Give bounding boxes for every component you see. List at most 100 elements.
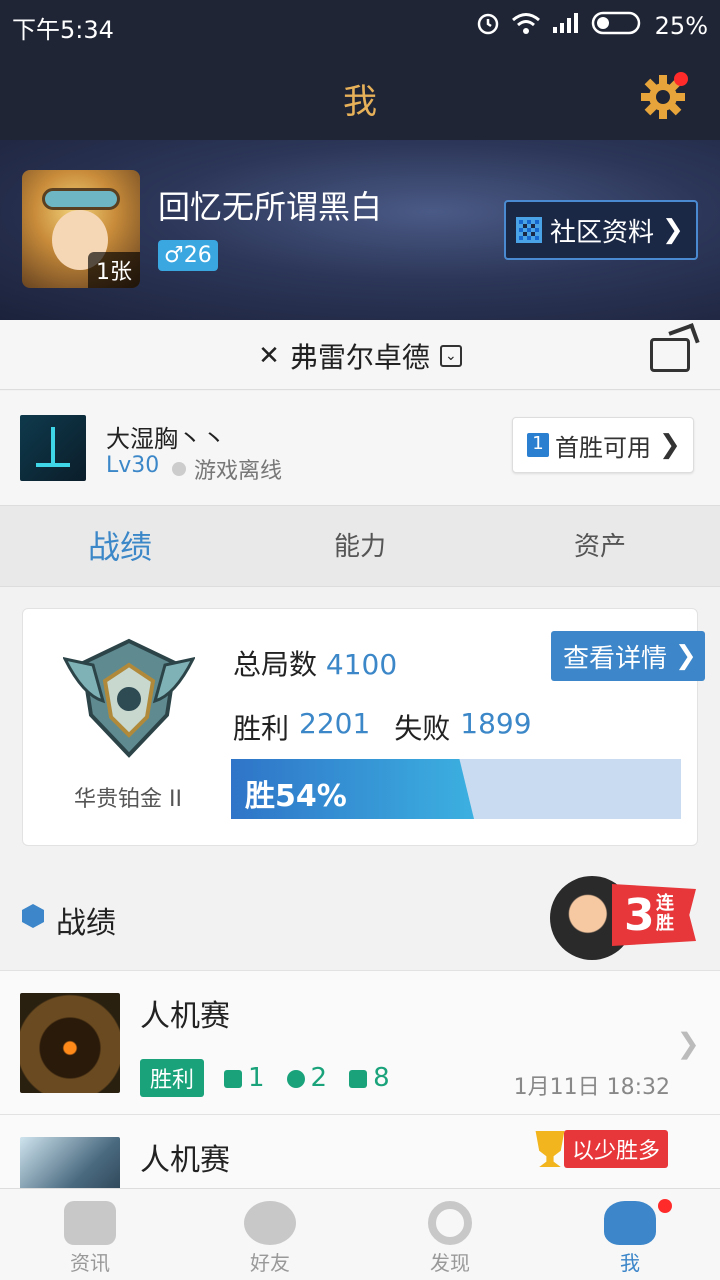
alarm-icon (475, 10, 501, 42)
view-details-button[interactable]: 查看详情 ❯ (551, 631, 705, 681)
rank-label: 华贵铂金 II (74, 787, 182, 812)
tab-record[interactable]: 战绩 (0, 506, 240, 586)
streak-flag: 3 连胜 (612, 884, 696, 946)
discover-icon (428, 1201, 472, 1245)
page-title: 我 (343, 82, 377, 122)
kda: 1 2 8 (224, 1063, 390, 1093)
book-icon (64, 1201, 116, 1245)
title-bar: 我 (0, 52, 720, 140)
hexagon-icon (22, 904, 44, 928)
achievement-badge: 以少胜多 (532, 1129, 668, 1169)
champion-portrait (20, 1137, 120, 1190)
battery-icon (591, 10, 645, 42)
account-emblem (20, 415, 86, 481)
streak-text: 连胜 (656, 893, 674, 934)
wins-value: 2201 (299, 707, 371, 740)
account-level: Lv30 (106, 453, 160, 478)
server-name: 弗雷尔卓德 (289, 341, 430, 374)
nav-friends-label: 好友 (250, 1251, 290, 1275)
win-rate-text: 胜54% (245, 779, 347, 814)
total-games-value: 4100 (325, 648, 398, 681)
deaths-value: 2 (310, 1063, 328, 1093)
assists: 8 (349, 1063, 390, 1093)
record-section-header: 战绩 3 连胜 (0, 860, 720, 970)
server-row: ✕ 弗雷尔卓德 ⌄ (0, 320, 720, 390)
notification-dot (658, 1199, 672, 1213)
friends-icon (244, 1201, 296, 1245)
hand-icon (349, 1069, 368, 1088)
account-status: 游戏离线 (172, 453, 282, 485)
first-win-label: 首胜可用 (555, 433, 651, 462)
offline-dot-icon (172, 462, 186, 476)
community-profile-button[interactable]: 社区资料 ❯ (504, 200, 698, 260)
kills-value: 1 (248, 1063, 265, 1093)
total-games-label: 总局数 (233, 648, 318, 681)
notification-dot (674, 72, 688, 86)
win-loss: 胜利 2201 失败 1899 (233, 707, 532, 747)
nav-news-label: 资讯 (70, 1251, 110, 1275)
status-bar: 下午5:34 25% (0, 0, 720, 52)
win-streak-badge: 3 连胜 (550, 872, 700, 962)
server-selector[interactable]: ✕ 弗雷尔卓德 ⌄ (0, 336, 720, 376)
wins-label: 胜利 (233, 712, 290, 745)
champion-portrait (20, 993, 120, 1093)
nav-me[interactable]: 我 (540, 1189, 720, 1280)
nav-me-label: 我 (620, 1251, 640, 1275)
settings-button[interactable] (640, 72, 688, 120)
tab-ability[interactable]: 能力 (240, 506, 480, 586)
chevron-right-icon: ❯ (662, 215, 684, 245)
crossed-swords-icon: ✕ (258, 341, 280, 371)
gender-level-badge: ♂26 (158, 240, 218, 271)
status-icons: 25% (475, 10, 708, 42)
bottom-nav: 资讯 好友 发现 我 (0, 1188, 720, 1280)
game-account-row[interactable]: 大湿胸丶丶 Lv30 游戏离线 1 首胜可用 ❯ (0, 391, 720, 505)
first-win-button[interactable]: 1 首胜可用 ❯ (512, 417, 694, 473)
profile-banner: 1张 回忆无所谓黑白 ♂26 社区资料 ❯ (0, 140, 720, 320)
skull-icon (286, 1069, 305, 1088)
share-icon[interactable] (650, 338, 690, 372)
view-details-label: 查看详情 (563, 643, 668, 674)
tab-assets[interactable]: 资产 (480, 506, 720, 586)
trident-icon (36, 427, 70, 467)
dropdown-icon: ⌄ (439, 345, 462, 367)
kills: 1 (224, 1063, 265, 1093)
tab-bar: 战绩 能力 资产 (0, 505, 720, 587)
kill-icon (224, 1069, 242, 1088)
win-rate-bar: 胜54% (231, 759, 681, 819)
match-type: 人机赛 (140, 999, 230, 1034)
total-games: 总局数 4100 (233, 643, 397, 683)
assists-value: 8 (373, 1063, 390, 1093)
signal-icon (551, 11, 581, 41)
achievement-text: 以少胜多 (563, 1130, 668, 1168)
nav-discover[interactable]: 发现 (360, 1189, 540, 1280)
status-time: 下午5:34 (12, 16, 114, 44)
nav-friends[interactable]: 好友 (180, 1189, 360, 1280)
first-win-icon: 1 (527, 433, 549, 457)
match-row[interactable]: 人机赛 以少胜多 (0, 1114, 720, 1190)
chevron-right-icon: ❯ (676, 1027, 700, 1060)
avatar-count-badge: 1张 (88, 252, 140, 288)
result-badge: 胜利 (140, 1059, 205, 1097)
rank-emblem-icon (63, 638, 195, 758)
streak-number: 3 (624, 890, 655, 941)
battery-percent: 25% (654, 12, 708, 40)
account-name: 大湿胸丶丶 (106, 425, 226, 453)
me-icon (604, 1201, 656, 1245)
qr-code-icon (516, 217, 542, 243)
trophy-icon (535, 1131, 565, 1167)
nav-news[interactable]: 资讯 (0, 1189, 180, 1280)
match-row[interactable]: 人机赛 胜利 1 2 8 1月11日 18:32 ❯ (0, 970, 720, 1114)
wifi-icon (511, 11, 541, 41)
avatar[interactable]: 1张 (22, 170, 140, 288)
community-profile-label: 社区资料 (550, 217, 655, 248)
chevron-right-icon: ❯ (659, 430, 681, 460)
deaths: 2 (286, 1063, 328, 1093)
account-status-text: 游戏离线 (194, 459, 283, 484)
match-time: 1月11日 18:32 (513, 1075, 670, 1100)
losses-value: 1899 (460, 707, 532, 740)
nav-discover-label: 发现 (430, 1251, 470, 1275)
nickname: 回忆无所谓黑白 (158, 188, 383, 226)
losses-label: 失败 (394, 712, 451, 745)
match-type: 人机赛 (140, 1143, 230, 1178)
avatar-goggles (42, 188, 120, 210)
